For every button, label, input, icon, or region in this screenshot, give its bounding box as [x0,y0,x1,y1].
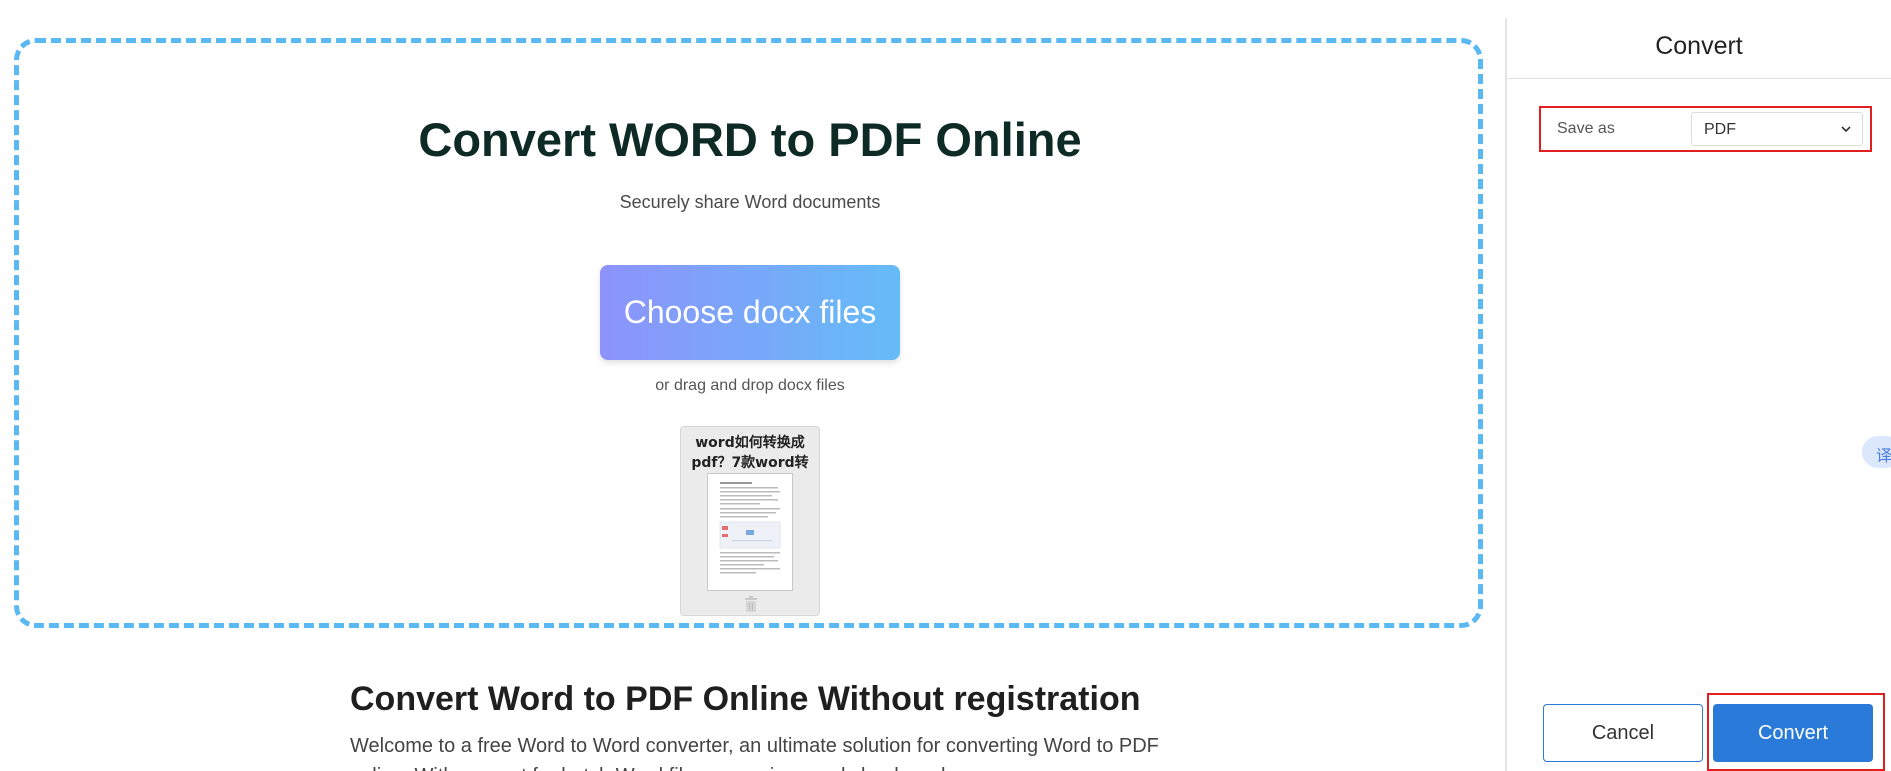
article-body: Welcome to a free Word to Word converter… [350,735,1159,771]
translate-icon: 译 [1876,446,1891,465]
article-title: Convert Word to PDF Online Without regis… [350,680,1141,718]
panel-divider [1507,78,1891,79]
page-title: Convert WORD to PDF Online [418,113,1082,166]
trash-icon[interactable] [742,595,760,613]
document-preview-icon [719,482,781,574]
save-as-label: Save as [1557,120,1615,137]
choose-files-button[interactable]: Choose docx files [600,265,900,360]
chevron-down-icon [1841,126,1851,133]
drag-drop-hint: or drag and drop docx files [655,377,845,394]
save-as-row: Save as PDF [1539,106,1872,152]
save-as-value: PDF [1704,121,1736,138]
page-subtitle: Securely share Word documents [619,192,881,212]
cancel-button[interactable]: Cancel [1543,704,1703,762]
save-as-dropdown[interactable]: PDF [1691,112,1863,146]
file-name: word如何转换成pdf？7款word转 [691,435,809,471]
page: Convert WORD to PDF Online Securely shar… [0,0,1891,771]
uploaded-file-card[interactable]: word如何转换成pdf？7款word转 [680,426,820,616]
convert-panel: Convert Save as PDF Cancel Convert [1505,18,1891,771]
translate-widget[interactable]: 译 [1862,436,1891,468]
file-thumbnail [707,473,793,591]
convert-button[interactable]: Convert [1713,704,1873,762]
panel-title: Convert [1655,32,1743,60]
